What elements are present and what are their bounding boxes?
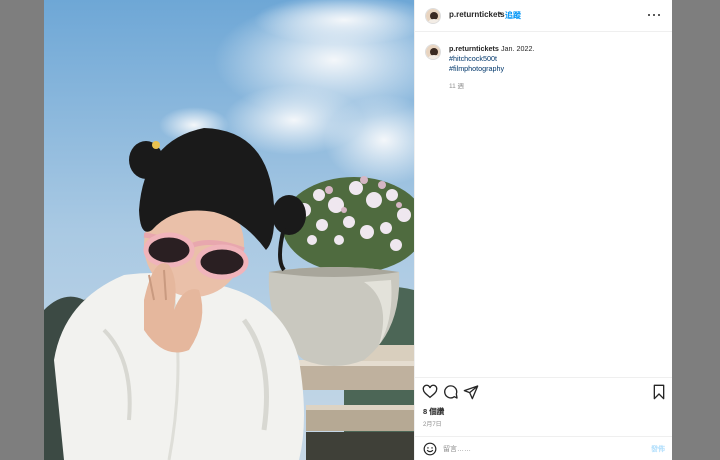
author-username[interactable]: p.returntickets	[449, 10, 505, 19]
post-caption: p.returntickets Jan. 2022. #hitchcock500…	[449, 44, 659, 74]
comment-bar: 發佈	[415, 436, 672, 460]
post-photo-image	[44, 0, 414, 460]
header-separator: •	[499, 9, 502, 18]
comment-bubble-icon[interactable]	[443, 384, 459, 400]
heart-icon[interactable]	[422, 384, 438, 400]
caption-username[interactable]: p.returntickets	[449, 44, 499, 53]
smiley-icon[interactable]	[423, 442, 437, 456]
hashtag-link[interactable]: #filmphotography	[449, 64, 659, 74]
post-photo[interactable]	[44, 0, 414, 460]
likes-count[interactable]: 8 個讚	[423, 406, 444, 417]
comment-input[interactable]	[443, 443, 623, 456]
hashtag-link[interactable]: #hitchcock500t	[449, 54, 659, 64]
post-side-panel: p.returntickets • 追蹤 p.returntickets Jan…	[414, 0, 672, 460]
post-modal: p.returntickets • 追蹤 p.returntickets Jan…	[44, 0, 672, 460]
author-avatar[interactable]	[425, 8, 441, 24]
post-date: 2月7日	[423, 422, 442, 428]
more-options-icon[interactable]	[647, 10, 661, 20]
bookmark-icon[interactable]	[651, 384, 667, 400]
paper-plane-icon[interactable]	[463, 384, 479, 400]
post-comment-button[interactable]: 發佈	[651, 444, 665, 454]
caption-text: Jan. 2022.	[500, 44, 535, 53]
caption-avatar[interactable]	[425, 44, 441, 60]
caption-time-ago[interactable]: 11 週	[449, 80, 464, 90]
post-header: p.returntickets • 追蹤	[415, 0, 672, 32]
post-actions: 8 個讚 2月7日 發佈	[415, 377, 672, 460]
follow-button[interactable]: 追蹤	[505, 10, 521, 21]
